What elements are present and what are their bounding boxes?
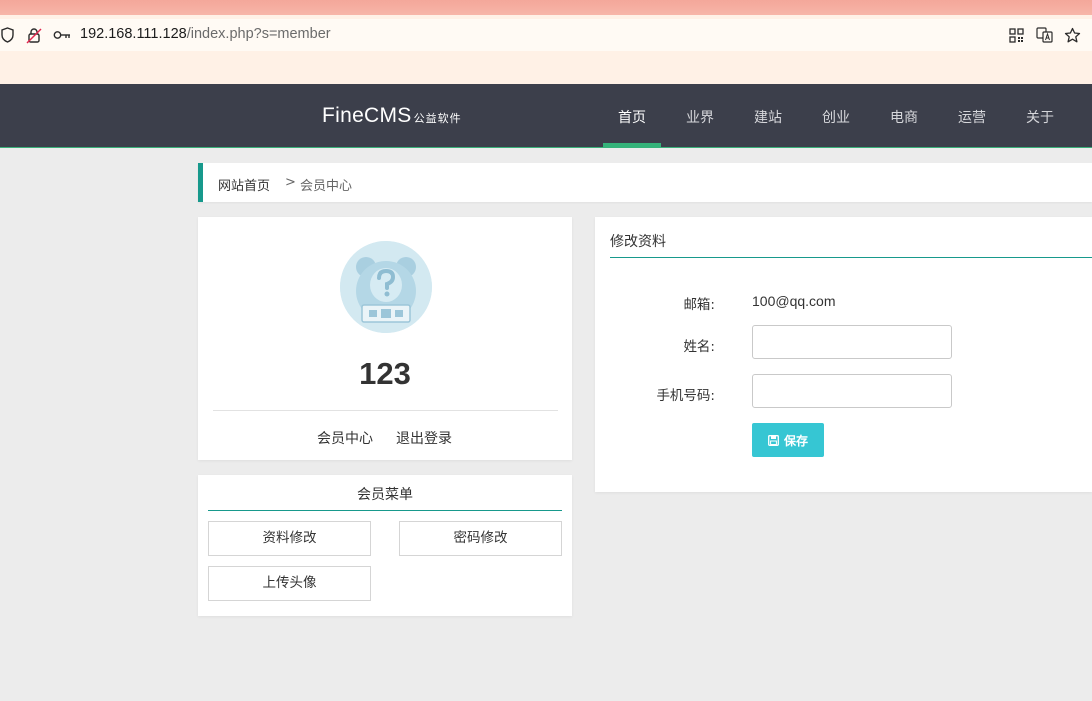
breadcrumb: 网站首页 > 会员中心 <box>198 163 1092 202</box>
nav-item-ecommerce[interactable]: 电商 <box>890 107 918 127</box>
logo-main-text: FineCMS <box>322 104 412 127</box>
name-field[interactable] <box>752 325 952 359</box>
save-button-label: 保存 <box>783 433 808 448</box>
nav-item-about[interactable]: 关于 <box>1026 107 1054 127</box>
breadcrumb-current: 会员中心 <box>300 179 353 194</box>
name-label: 姓名: <box>683 339 715 355</box>
key-icon[interactable] <box>53 26 71 44</box>
browser-top-strip <box>0 0 1092 15</box>
divider <box>213 410 558 411</box>
edit-profile-title: 修改资料 <box>610 217 1092 258</box>
url-text[interactable]: 192.168.111.128/index.php?s=member <box>80 26 331 42</box>
nav-item-industry[interactable]: 业界 <box>686 107 714 127</box>
profile-card: 123 会员中心 退出登录 <box>198 217 572 460</box>
logo-sub-text: 公益软件 <box>413 112 462 125</box>
breadcrumb-separator: > <box>285 175 296 190</box>
site-navbar: FineCMS 公益软件 首页 业界 建站 创业 电商 运营 关于 <box>0 84 1092 148</box>
insecure-lock-icon[interactable] <box>25 26 43 44</box>
member-center-link[interactable]: 会员中心 <box>317 428 373 448</box>
breadcrumb-home-link[interactable]: 网站首页 <box>218 175 270 194</box>
floppy-disk-icon <box>768 434 779 446</box>
save-button[interactable]: 保存 <box>752 423 824 457</box>
qr-code-icon[interactable] <box>1007 26 1025 44</box>
change-password-button[interactable]: 密码修改 <box>399 521 562 556</box>
email-label: 邮箱: <box>683 297 715 313</box>
url-path: /index.php?s=member <box>186 26 331 42</box>
nav-active-indicator <box>603 143 661 148</box>
address-bar[interactable]: 192.168.111.128/index.php?s=member <box>0 19 1092 51</box>
bookmark-star-icon[interactable] <box>1063 26 1081 44</box>
shield-icon[interactable] <box>0 26 16 44</box>
nav-item-operations[interactable]: 运营 <box>958 107 986 127</box>
member-menu-title: 会员菜单 <box>208 475 562 511</box>
default-avatar-bear-icon <box>340 241 432 333</box>
edit-profile-card: 修改资料 邮箱: 100@qq.com 姓名: 手机号码: 保存 <box>595 217 1092 492</box>
edit-profile-button[interactable]: 资料修改 <box>208 521 371 556</box>
avatar[interactable] <box>340 241 432 333</box>
translate-icon[interactable] <box>1035 26 1053 44</box>
email-value: 100@qq.com <box>752 293 836 309</box>
username: 123 <box>359 356 411 391</box>
logout-link[interactable]: 退出登录 <box>396 428 452 448</box>
phone-field[interactable] <box>752 374 952 408</box>
nav-item-startup[interactable]: 创业 <box>822 107 850 127</box>
upload-avatar-button[interactable]: 上传头像 <box>208 566 371 601</box>
browser-toolbar: 192.168.111.128/index.php?s=member <box>0 15 1092 84</box>
site-logo[interactable]: FineCMS 公益软件 <box>322 104 462 128</box>
member-menu-card: 会员菜单 资料修改 密码修改 上传头像 <box>198 475 572 616</box>
nav-item-website[interactable]: 建站 <box>754 107 782 127</box>
url-host: 192.168.111.128 <box>80 26 187 42</box>
phone-label: 手机号码: <box>656 388 715 404</box>
nav-item-home[interactable]: 首页 <box>618 107 646 127</box>
